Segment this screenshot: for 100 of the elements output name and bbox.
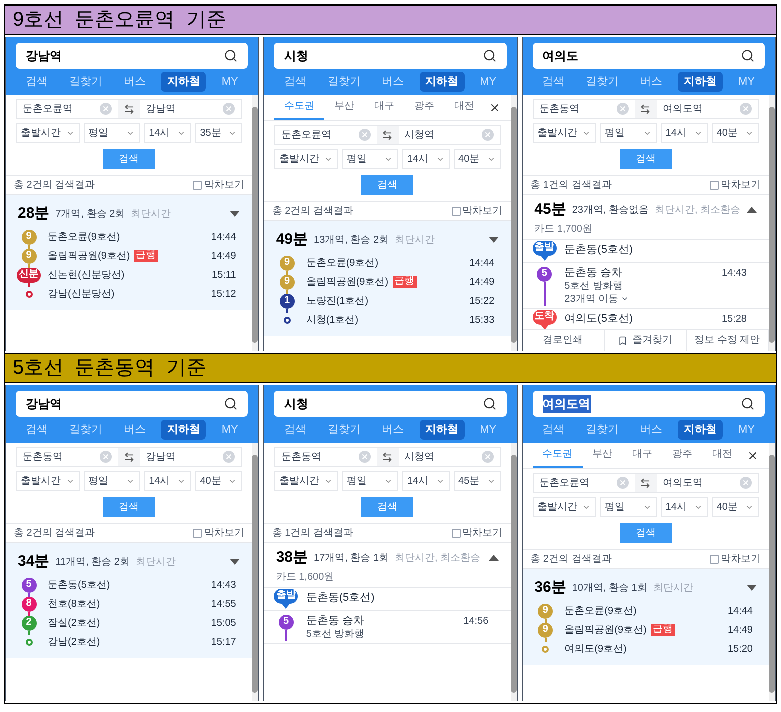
last-train-checkbox[interactable]: 막차보기 bbox=[452, 526, 503, 540]
route-card[interactable]: 36분 10개역, 환승 1회 최단시간 9 둔촌오륜(9호선) 14:44 9 올림픽공원(9호선) 급행 14:49 여의도(9호선) 15:20 bbox=[522, 569, 769, 664]
station-name: 신논현(신분당선) bbox=[48, 268, 125, 282]
nav-tab[interactable]: 지하철 bbox=[420, 420, 465, 440]
dropdown-select[interactable]: 평일 bbox=[84, 471, 140, 491]
footer-button[interactable]: 경로인쇄 bbox=[522, 330, 605, 351]
station-time: 14:55 bbox=[211, 598, 238, 612]
caret-down-icon[interactable] bbox=[488, 237, 499, 244]
station-name: 둔촌동(5호선) bbox=[306, 591, 375, 606]
last-train-checkbox[interactable]: 막차보기 bbox=[193, 178, 244, 192]
caret-up-icon[interactable] bbox=[746, 207, 757, 214]
search-field[interactable]: 시청 bbox=[274, 43, 507, 69]
scrollbar[interactable] bbox=[510, 95, 517, 351]
dropdown-select[interactable]: 14시 bbox=[144, 123, 192, 143]
dropdown-select[interactable]: 14시 bbox=[402, 471, 450, 491]
dropdown-select[interactable]: 40분 bbox=[195, 471, 242, 491]
region-tab[interactable]: 광주 bbox=[404, 95, 444, 120]
nav-tab[interactable]: 지하철 bbox=[420, 72, 465, 92]
search-field[interactable]: 강남역 bbox=[16, 43, 248, 69]
result-count: 총 1건의 검색결과 bbox=[272, 526, 354, 540]
search-field[interactable]: 여의도역 bbox=[532, 391, 765, 417]
dropdown-select[interactable]: 14시 bbox=[660, 123, 708, 143]
caret-up-icon[interactable] bbox=[488, 555, 499, 562]
station-time: 15:05 bbox=[211, 616, 238, 630]
dropdown-select[interactable]: 평일 bbox=[600, 497, 657, 517]
dropdown-select[interactable]: 평일 bbox=[342, 149, 398, 169]
caret-down-icon[interactable] bbox=[746, 585, 757, 592]
dropdown-select[interactable]: 출발시간 bbox=[532, 497, 596, 517]
close-icon[interactable] bbox=[746, 450, 759, 462]
route-summary-card[interactable]: 38분 17개역, 환승 1회 최단시간, 최소환승 카드 1,600원 bbox=[264, 543, 511, 588]
line-badge: 5 bbox=[278, 614, 294, 630]
stops-toggle[interactable]: 23개역 이동 bbox=[564, 292, 629, 306]
route-card[interactable]: 34분 11개역, 환승 2회 최단시간 5 둔촌동(5호선) 14:43 8 천호(8호선) 14:55 2 잠실(2호선) 15:05 강남(2호선) 15:17 bbox=[6, 543, 252, 658]
last-train-checkbox[interactable]: 막차보기 bbox=[452, 204, 503, 218]
station-time: 14:43 bbox=[211, 578, 238, 592]
route-card[interactable]: 28분 7개역, 환승 2회 최단시간 9 둔촌오륜(9호선) 14:44 9 올림픽공원(9호선) 급행 14:49 신분 신논현(신분당선) 15:11 강남(신분당선) 15:12 bbox=[6, 195, 252, 310]
dropdown-select[interactable]: 40분 bbox=[454, 149, 501, 169]
nav-tab[interactable]: 지하철 bbox=[161, 72, 206, 92]
dropdown-select[interactable]: 14시 bbox=[402, 149, 450, 169]
dropdown-select[interactable]: 평일 bbox=[342, 471, 398, 491]
station-time: 15:33 bbox=[470, 314, 496, 328]
search-query: 강남역 bbox=[26, 396, 62, 413]
station-name: 여의도(5호선) bbox=[564, 312, 634, 328]
dropdown-select[interactable]: 출발시간 bbox=[16, 471, 80, 491]
station-time: 14:49 bbox=[470, 276, 496, 290]
region-tab[interactable]: 대구 bbox=[622, 443, 663, 468]
region-tab[interactable]: 광주 bbox=[662, 443, 703, 468]
nav-tab[interactable]: 지하철 bbox=[161, 420, 206, 440]
search-icon[interactable] bbox=[740, 49, 755, 63]
region-tab[interactable]: 대전 bbox=[702, 443, 743, 468]
route-card[interactable]: 49분 13개역, 환승 2회 최단시간 9 둔촌오륜(9호선) 14:44 9 올림픽공원(9호선) 급행 14:49 1 노량진(1호선) 15:22 시청(1호선) 15:33 bbox=[264, 221, 511, 336]
dropdown-select[interactable]: 45분 bbox=[454, 471, 501, 491]
scrollbar[interactable] bbox=[252, 95, 258, 351]
scrollbar[interactable] bbox=[510, 443, 517, 701]
dropdown-select[interactable]: 평일 bbox=[600, 123, 657, 143]
dropdown-select[interactable]: 35분 bbox=[195, 123, 242, 143]
last-train-checkbox[interactable]: 막차보기 bbox=[710, 552, 761, 566]
scrollbar[interactable] bbox=[768, 443, 775, 701]
nav-tab[interactable]: 지하철 bbox=[678, 420, 724, 440]
search-icon[interactable] bbox=[224, 49, 238, 63]
station-time: 14:43 bbox=[722, 266, 748, 280]
footer-button[interactable]: 즐겨찾기 bbox=[604, 330, 687, 351]
station-time: 15:12 bbox=[211, 288, 238, 302]
search-icon[interactable] bbox=[740, 397, 755, 411]
dropdown-select[interactable]: 출발시간 bbox=[274, 471, 338, 491]
dropdown-select[interactable]: 14시 bbox=[144, 471, 192, 491]
dropdown-select[interactable]: 출발시간 bbox=[532, 123, 596, 143]
last-train-checkbox[interactable]: 막차보기 bbox=[193, 526, 244, 540]
dropdown-select[interactable]: 14시 bbox=[660, 497, 708, 517]
line-badge: 5 bbox=[22, 578, 36, 592]
nav-tab[interactable]: 지하철 bbox=[678, 72, 724, 92]
search-query: 여의도역 bbox=[542, 395, 591, 413]
region-tab[interactable]: 부산 bbox=[324, 95, 364, 120]
station-time: 14:44 bbox=[728, 604, 754, 618]
close-icon[interactable] bbox=[488, 102, 501, 114]
search-icon[interactable] bbox=[482, 49, 497, 63]
region-tab[interactable]: 대구 bbox=[364, 95, 404, 120]
search-field[interactable]: 강남역 bbox=[16, 391, 248, 417]
dropdown-select[interactable]: 40분 bbox=[712, 123, 759, 143]
dropdown-select[interactable]: 출발시간 bbox=[274, 149, 338, 169]
station-time: 14:49 bbox=[211, 250, 238, 264]
caret-down-icon[interactable] bbox=[230, 211, 240, 218]
dropdown-select[interactable]: 평일 bbox=[84, 123, 140, 143]
station-time: 14:49 bbox=[728, 624, 754, 638]
scrollbar[interactable] bbox=[252, 443, 258, 701]
station-name: 노량진(1호선) bbox=[306, 294, 369, 308]
caret-down-icon[interactable] bbox=[230, 559, 240, 566]
station-name: 시청(1호선) bbox=[306, 314, 359, 328]
search-icon[interactable] bbox=[224, 397, 238, 411]
region-tab[interactable]: 대전 bbox=[444, 95, 484, 120]
route-summary-card[interactable]: 45분 23개역, 환승없음 최단시간, 최소환승 카드 1,700원 bbox=[522, 195, 769, 240]
dropdown-select[interactable]: 출발시간 bbox=[16, 123, 80, 143]
search-field[interactable]: 여의도 bbox=[532, 43, 765, 69]
direction-text: 5호선 방화행 bbox=[564, 280, 624, 292]
dropdown-select[interactable]: 40분 bbox=[712, 497, 759, 517]
search-field[interactable]: 시청 bbox=[274, 391, 507, 417]
last-train-checkbox[interactable]: 막차보기 bbox=[710, 178, 761, 192]
region-tab[interactable]: 부산 bbox=[582, 443, 623, 468]
scrollbar[interactable] bbox=[768, 95, 775, 351]
search-icon[interactable] bbox=[482, 397, 497, 411]
